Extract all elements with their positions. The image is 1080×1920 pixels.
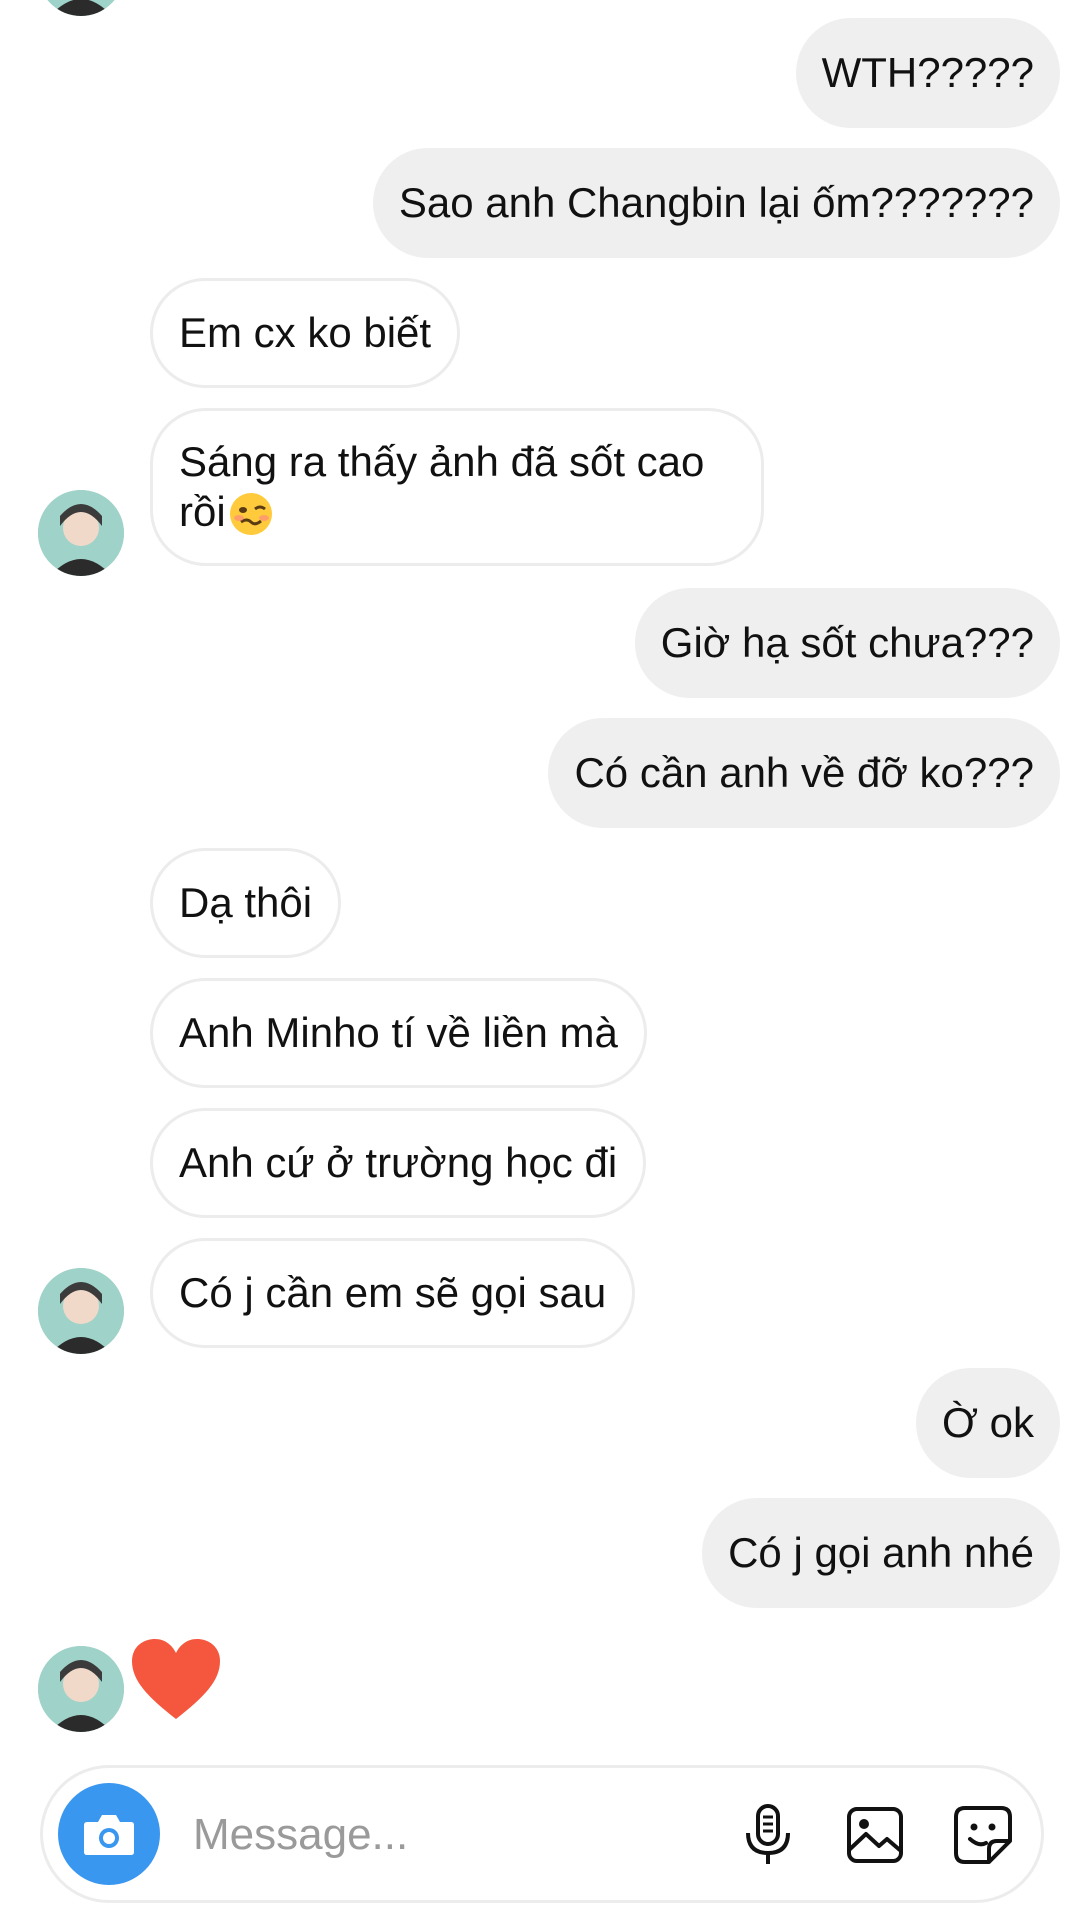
- message-text: Có j gọi anh nhé: [728, 1529, 1034, 1576]
- message-text: Anh Minho tí về liền mà: [179, 1009, 618, 1056]
- incoming-message[interactable]: Sáng ra thấy ảnh đã sốt cao rồi: [150, 408, 764, 566]
- message-text: Có j cần em sẽ gọi sau: [179, 1269, 607, 1316]
- gallery-icon: [847, 1807, 903, 1863]
- outgoing-message[interactable]: Sao anh Changbin lại ốm???????: [372, 148, 1060, 258]
- message-text: Sáng ra thấy ảnh đã sốt cao rồi: [179, 437, 735, 538]
- gallery-button[interactable]: [840, 1800, 910, 1870]
- message-text: Anh cứ ở trường học đi: [179, 1139, 618, 1186]
- outgoing-message[interactable]: Có j gọi anh nhé: [702, 1498, 1060, 1608]
- message-text: Có cần anh về đỡ ko???: [574, 749, 1034, 796]
- microphone-button[interactable]: [733, 1800, 803, 1870]
- message-text: Giờ hạ sốt chưa???: [660, 619, 1034, 666]
- message-input[interactable]: [191, 1798, 735, 1872]
- message-text: Sao anh Changbin lại ốm???????: [398, 179, 1034, 226]
- incoming-message[interactable]: Anh Minho tí về liền mà: [150, 978, 647, 1088]
- incoming-message[interactable]: Có j cần em sẽ gọi sau: [150, 1238, 636, 1348]
- sticker-button[interactable]: [948, 1800, 1018, 1870]
- incoming-message[interactable]: Dạ thôi: [150, 848, 342, 958]
- avatar[interactable]: [38, 1646, 124, 1732]
- message-text: Dạ thôi: [179, 879, 313, 926]
- sticker-icon: [954, 1806, 1012, 1864]
- message-text: Ờ ok: [941, 1399, 1034, 1446]
- incoming-message[interactable]: Em cx ko biết: [150, 278, 461, 388]
- outgoing-message[interactable]: Có cần anh về đỡ ko???: [548, 718, 1060, 828]
- woozy-face-emoji: [229, 493, 272, 536]
- microphone-icon: [746, 1804, 790, 1864]
- message-text: Em cx ko biết: [179, 309, 432, 356]
- camera-icon: [84, 1815, 134, 1855]
- outgoing-message[interactable]: Ờ ok: [915, 1368, 1060, 1478]
- avatar[interactable]: [38, 0, 124, 16]
- outgoing-message[interactable]: Giờ hạ sốt chưa???: [634, 588, 1060, 698]
- message-composer: [40, 1765, 1044, 1903]
- avatar[interactable]: [38, 1268, 124, 1354]
- message-text: WTH?????: [821, 49, 1034, 96]
- outgoing-message[interactable]: WTH?????: [795, 18, 1060, 128]
- incoming-message[interactable]: Anh cứ ở trường học đi: [150, 1108, 647, 1218]
- camera-button[interactable]: [58, 1783, 160, 1885]
- avatar[interactable]: [38, 490, 124, 576]
- heart-icon[interactable]: [128, 1635, 224, 1728]
